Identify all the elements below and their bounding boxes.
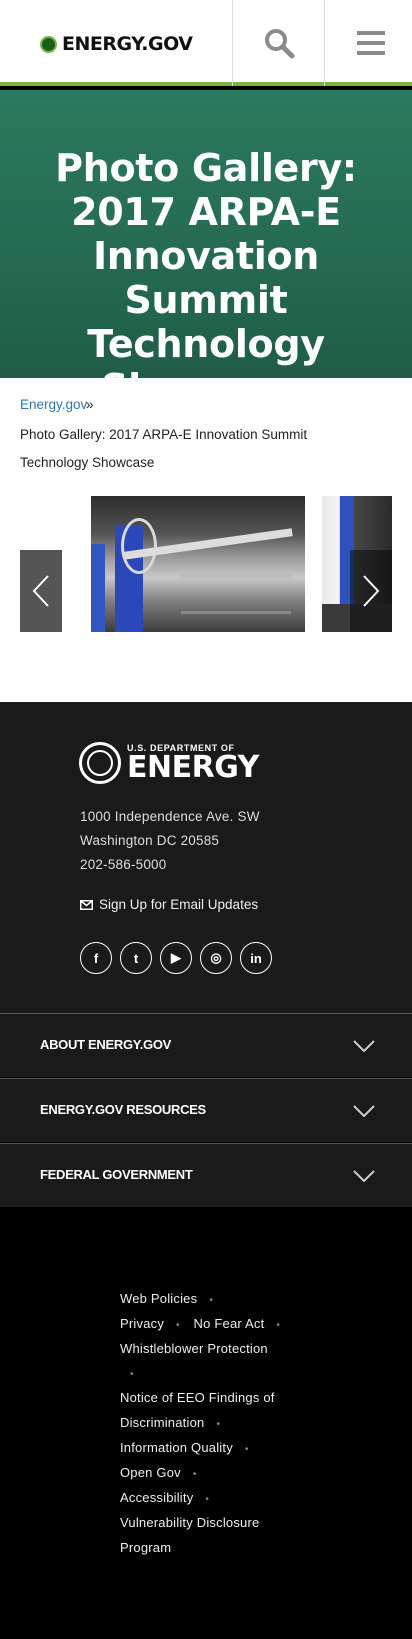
photo-carousel	[0, 496, 412, 632]
doe-seal-icon	[40, 35, 57, 53]
chevron-right-icon	[363, 575, 380, 607]
main-content: Energy.gov » Photo Gallery: 2017 ARPA-E …	[0, 378, 412, 702]
logo-energy-text: ENERGY	[127, 750, 259, 785]
privacy-link[interactable]: Privacy	[120, 1316, 164, 1331]
email-signup-link[interactable]: Sign Up for Email Updates	[80, 897, 258, 912]
separator-dot: •	[216, 1419, 221, 1430]
separator-dot: •	[192, 1469, 197, 1480]
hamburger-menu-icon	[356, 31, 385, 55]
breadcrumb-current: Photo Gallery: 2017 ARPA-E Innovation Su…	[20, 427, 308, 470]
social-links: f t ▶ ◎ in	[80, 942, 272, 974]
accordion-resources[interactable]: ENERGY.GOV RESOURCES	[0, 1078, 412, 1142]
logo-text: ENERGY.GOV	[62, 33, 193, 55]
accordion-federal-government[interactable]: FEDERAL GOVERNMENT	[0, 1143, 412, 1207]
address-line-1: 1000 Independence Ave. SW	[80, 809, 260, 824]
separator-dot: •	[176, 1320, 180, 1331]
carousel-next-button[interactable]	[350, 550, 392, 632]
address-line-2: Washington DC 20585	[80, 833, 220, 848]
page-title: Photo Gallery: 2017 ARPA-E Innovation Su…	[55, 146, 357, 410]
chevron-down-icon	[353, 1105, 375, 1117]
eeo-findings-link-line1[interactable]: Notice of EEO Findings of	[120, 1390, 275, 1405]
separator-dot: •	[205, 1494, 210, 1505]
doe-footer-logo[interactable]: U.S. DEPARTMENT OF ENERGY	[79, 742, 259, 784]
breadcrumb-separator: »	[86, 397, 94, 412]
search-icon	[264, 29, 294, 59]
vulnerability-disclosure-link-line1[interactable]: Vulnerability Disclosure	[120, 1515, 259, 1530]
separator-dot: •	[209, 1295, 214, 1306]
no-fear-act-link[interactable]: No Fear Act	[194, 1316, 265, 1331]
accordion-about[interactable]: ABOUT ENERGY.GOV	[0, 1013, 412, 1077]
open-gov-link[interactable]: Open Gov	[120, 1465, 181, 1480]
email-signup-label: Sign Up for Email Updates	[99, 897, 259, 912]
whistleblower-link[interactable]: Whistleblower Protection	[120, 1341, 268, 1356]
separator-dot: •	[276, 1320, 281, 1331]
hero-banner: Photo Gallery: 2017 ARPA-E Innovation Su…	[0, 90, 412, 410]
linkedin-icon[interactable]: in	[240, 942, 272, 974]
carousel-prev-button[interactable]	[20, 550, 62, 632]
youtube-icon[interactable]: ▶	[160, 942, 192, 974]
site-footer: U.S. DEPARTMENT OF ENERGY 1000 Independe…	[0, 702, 412, 1014]
envelope-icon	[80, 899, 93, 910]
legal-footer: Web Policies • Privacy • No Fear Act • Whis…	[0, 1208, 412, 1639]
doe-seal-icon	[79, 742, 121, 784]
site-header: ENERGY.GOV	[0, 0, 412, 86]
accordion-label: ABOUT ENERGY.GOV	[40, 1037, 171, 1052]
web-policies-link[interactable]: Web Policies	[120, 1291, 197, 1306]
energy-gov-logo[interactable]: ENERGY.GOV	[40, 33, 193, 55]
accessibility-link[interactable]: Accessibility	[120, 1490, 193, 1505]
phone-number[interactable]: 202-586-5000	[80, 857, 166, 872]
vulnerability-disclosure-link-line2[interactable]: Program	[120, 1540, 171, 1555]
eeo-findings-link-line2[interactable]: Discrimination	[120, 1415, 204, 1430]
menu-button[interactable]	[324, 0, 412, 86]
search-button[interactable]	[232, 0, 324, 86]
chevron-down-icon	[353, 1040, 375, 1052]
accordion-label: ENERGY.GOV RESOURCES	[40, 1102, 206, 1117]
twitter-icon[interactable]: t	[120, 942, 152, 974]
instagram-icon[interactable]: ◎	[200, 942, 232, 974]
carousel-photo-current[interactable]	[91, 496, 305, 632]
breadcrumb-home-link[interactable]: Energy.gov	[20, 397, 87, 412]
information-quality-link[interactable]: Information Quality	[120, 1440, 233, 1455]
separator-dot: •	[130, 1369, 134, 1380]
chevron-left-icon	[32, 575, 49, 607]
facebook-icon[interactable]: f	[80, 942, 112, 974]
chevron-down-icon	[353, 1170, 375, 1182]
separator-dot: •	[244, 1444, 249, 1455]
accordion-label: FEDERAL GOVERNMENT	[40, 1167, 193, 1182]
